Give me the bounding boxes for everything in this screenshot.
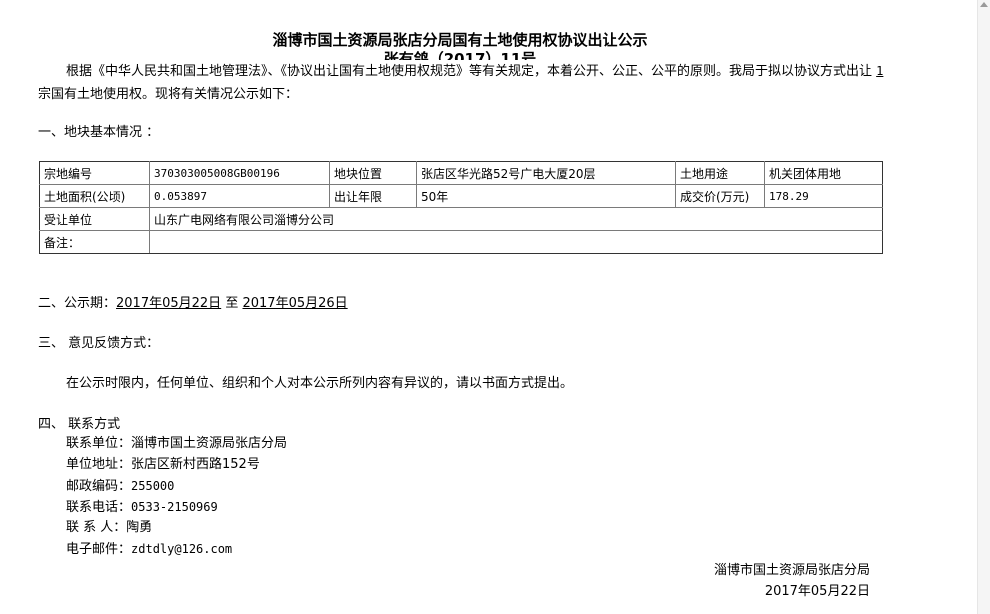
section3-body: 在公示时限内，任何单位、组织和个人对本公示所列内容有异议的，请以书面方式提出。 bbox=[66, 376, 574, 391]
period-end-date: 2017年05月26日 bbox=[242, 296, 348, 311]
price-value: 178.29 bbox=[764, 184, 883, 208]
document-number: 张有鸽（2017）11号 bbox=[383, 50, 537, 60]
intro-suffix: 宗国有土地使用权。现将有关情况公示如下： bbox=[38, 87, 299, 102]
contact-person-label: 联 系 人： bbox=[66, 520, 127, 535]
document-page: 淄博市国土资源局张店分局国有土地使用权协议出让公示 张有鸽（2017）11号 根… bbox=[0, 0, 978, 614]
location-value: 张店区华光路52号广电大厦20层 bbox=[416, 161, 676, 185]
contact-person: 联 系 人：陶勇 bbox=[66, 518, 152, 538]
contact-postcode-label: 邮政编码： bbox=[66, 479, 132, 494]
contact-address-label: 单位地址： bbox=[66, 457, 132, 472]
table-row: 宗地编号 370303005008GB00196 地块位置 张店区华光路52号广… bbox=[39, 161, 883, 185]
parcel-id-value: 370303005008GB00196 bbox=[149, 161, 330, 185]
price-label: 成交价(万元) bbox=[675, 184, 765, 208]
transferee-value: 山东广电网络有限公司淄博分公司 bbox=[149, 207, 883, 231]
section1-heading: 一、地块基本情况 ： bbox=[38, 125, 160, 140]
contact-unit-value: 淄博市国土资源局张店分局 bbox=[131, 436, 288, 451]
contact-phone: 联系电话：0533-2150969 bbox=[66, 497, 218, 518]
intro-prefix: 根据《中华人民共和国土地管理法》、《协议出让国有土地使用权规范》等有关规定，本着… bbox=[66, 64, 873, 79]
contact-email-label: 电子邮件： bbox=[66, 542, 132, 557]
table-row: 受让单位 山东广电网络有限公司淄博分公司 bbox=[39, 207, 883, 231]
contact-address: 单位地址：张店区新村西路152号 bbox=[66, 455, 260, 475]
land-use-value: 机关团体用地 bbox=[764, 161, 883, 185]
table-row: 土地面积(公顷) 0.053897 出让年限 50年 成交价(万元) 178.2… bbox=[39, 184, 883, 208]
contact-unit: 联系单位：淄博市国土资源局张店分局 bbox=[66, 434, 287, 454]
section2-line: 二、公示期：2017年05月22日 至 2017年05月26日 bbox=[38, 292, 886, 315]
location-label: 地块位置 bbox=[329, 161, 417, 185]
section2-heading: 二、公示期： bbox=[38, 296, 117, 311]
section3-heading: 三、 意见反馈方式： bbox=[38, 336, 160, 351]
signature-date: 2017年05月22日 bbox=[764, 584, 870, 599]
remarks-label: 备注： bbox=[39, 230, 150, 254]
contact-phone-value: 0533-2150969 bbox=[131, 500, 218, 514]
area-label: 土地面积(公顷) bbox=[39, 184, 150, 208]
section4-heading: 四、 联系方式 bbox=[38, 417, 121, 432]
contact-email: 电子邮件：zdtdly@126.com bbox=[66, 539, 232, 560]
contact-person-value: 陶勇 bbox=[126, 520, 153, 535]
vertical-scrollbar[interactable] bbox=[977, 0, 990, 614]
term-label: 出让年限 bbox=[329, 184, 417, 208]
contact-phone-label: 联系电话： bbox=[66, 500, 132, 515]
parcel-id-label: 宗地编号 bbox=[39, 161, 150, 185]
signature-org: 淄博市国土资源局张店分局 bbox=[713, 563, 870, 578]
document-title: 淄博市国土资源局张店分局国有土地使用权协议出让公示 bbox=[272, 31, 648, 49]
land-info-table: 宗地编号 370303005008GB00196 地块位置 张店区华光路52号广… bbox=[39, 161, 883, 254]
intro-paragraph: 根据《中华人民共和国土地管理法》、《协议出让国有土地使用权规范》等有关规定，本着… bbox=[38, 60, 886, 106]
area-value: 0.053897 bbox=[149, 184, 330, 208]
remarks-value bbox=[149, 230, 883, 254]
contact-postcode-value: 255000 bbox=[131, 479, 175, 493]
parcel-count: 1 bbox=[876, 64, 884, 78]
contact-address-value: 张店区新村西路152号 bbox=[131, 457, 260, 472]
scroll-up-arrow-icon[interactable] bbox=[980, 2, 988, 7]
term-value: 50年 bbox=[416, 184, 676, 208]
period-start-date: 2017年05月22日 bbox=[116, 296, 222, 311]
table-row: 备注： bbox=[39, 230, 883, 254]
contact-postcode: 邮政编码：255000 bbox=[66, 476, 174, 497]
contact-email-value: zdtdly@126.com bbox=[131, 542, 233, 556]
contact-unit-label: 联系单位： bbox=[66, 436, 132, 451]
land-use-label: 土地用途 bbox=[675, 161, 765, 185]
transferee-label: 受让单位 bbox=[39, 207, 150, 231]
period-to: 至 bbox=[225, 296, 239, 311]
